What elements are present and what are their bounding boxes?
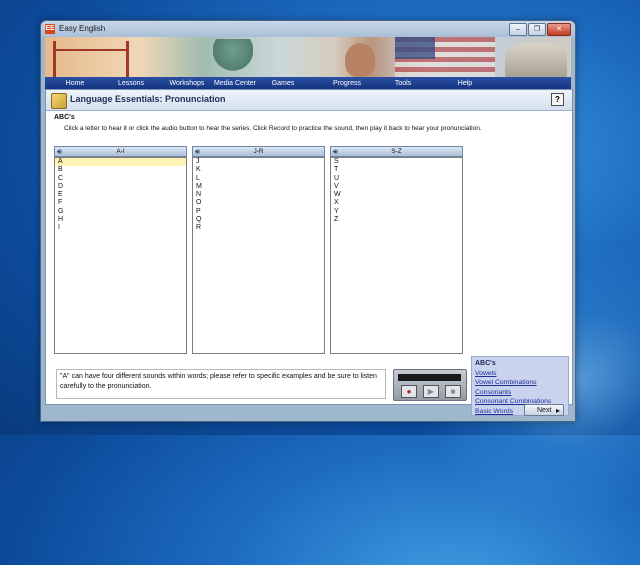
page-header: Language Essentials: Pronunciation ? [46,90,572,111]
nav-games[interactable]: Games [259,80,307,87]
letter-item[interactable]: F [55,199,186,207]
letter-item[interactable]: P [193,208,324,216]
letter-item[interactable]: L [193,175,324,183]
letter-item[interactable]: B [55,166,186,174]
pronunciation-note: "A" can have four different sounds withi… [56,369,386,399]
letter-item[interactable]: H [55,216,186,224]
page-title: Language Essentials: Pronunciation [70,94,226,104]
instructions-text: Click a letter to hear it or click the a… [64,125,482,132]
monument-image [505,43,567,77]
nav-workshops[interactable]: Workshops [163,80,211,87]
letter-list: A B C D E F G H I [54,157,187,354]
arrow-right-icon: ▸ [555,406,560,415]
letter-item[interactable]: D [55,183,186,191]
letter-item[interactable]: M [193,183,324,191]
panel-a-i: 🔊︎ A-I A B C D E F G H I [54,146,187,354]
letter-item[interactable]: E [55,191,186,199]
nav-home[interactable]: Home [51,80,99,87]
panel-s-z: 🔊︎ S-Z S T U V W X Y Z [330,146,463,354]
play-button[interactable]: ▶ [423,385,439,398]
nav-progress[interactable]: Progress [323,80,371,87]
letter-list: S T U V W X Y Z [330,157,463,354]
panel-header[interactable]: 🔊︎ S-Z [330,146,463,157]
main-nav: Home Lessons Workshops Media Center Game… [45,77,571,89]
letter-item[interactable]: S [331,158,462,166]
person-image [345,43,375,77]
letter-item[interactable]: V [331,183,462,191]
letter-item[interactable]: K [193,166,324,174]
topic-menu-title: ABC's [475,360,496,367]
letter-item[interactable]: U [331,175,462,183]
close-button[interactable]: ✕ [547,23,571,36]
letter-item[interactable]: Q [193,216,324,224]
link-vowel-combinations[interactable]: Vowel Combinations [475,378,551,387]
next-button[interactable]: Next ▸ [524,404,564,416]
bridge-image [53,41,129,77]
letter-item[interactable]: X [331,199,462,207]
link-vowels[interactable]: Vowels [475,369,551,378]
link-consonants[interactable]: Consonants [475,388,551,397]
letter-item[interactable]: A [55,158,186,167]
minimize-button[interactable]: – [509,23,527,36]
statue-image [213,39,253,77]
nav-tools[interactable]: Tools [379,80,427,87]
app-window: EE Easy English – ❐ ✕ Home Lessons Works… [40,20,576,422]
letter-item[interactable]: T [331,166,462,174]
panel-j-r: 🔊︎ J-R J K L M N O P Q R [192,146,325,354]
letter-item[interactable]: G [55,208,186,216]
title-bar[interactable]: EE Easy English – ❐ ✕ [41,21,575,37]
letter-item[interactable]: Z [331,216,462,224]
panel-header[interactable]: 🔊︎ J-R [192,146,325,157]
record-button[interactable]: ● [401,385,417,398]
nav-media-center[interactable]: Media Center [211,80,259,87]
window-title: Easy English [59,24,106,33]
help-button[interactable]: ? [551,93,564,106]
panel-label: A-I [116,148,125,155]
audio-recorder: ● ▶ ■ [393,369,467,401]
nav-help[interactable]: Help [441,80,489,87]
letter-item[interactable]: N [193,191,324,199]
letter-item[interactable]: C [55,175,186,183]
panel-header[interactable]: 🔊︎ A-I [54,146,187,157]
header-banner [45,37,571,77]
panel-label: J-R [253,148,264,155]
letter-list: J K L M N O P Q R [192,157,325,354]
letter-item[interactable]: J [193,158,324,166]
next-button-label: Next [537,407,552,414]
flag-stars [395,37,435,59]
restore-button[interactable]: ❐ [528,23,546,36]
panel-label: S-Z [391,148,402,155]
letter-item[interactable]: Y [331,208,462,216]
nav-lessons[interactable]: Lessons [107,80,155,87]
stop-button[interactable]: ■ [445,385,461,398]
content-area: Language Essentials: Pronunciation ? ABC… [45,89,573,416]
notepad-icon [51,93,67,109]
letter-item[interactable]: O [193,199,324,207]
app-icon: EE [45,24,55,34]
recorder-display [398,374,461,381]
letter-item[interactable]: I [55,224,186,232]
window-controls: – ❐ ✕ [509,23,571,36]
letter-item[interactable]: R [193,224,324,232]
letter-item[interactable]: W [331,191,462,199]
section-title: ABC's [54,114,75,121]
